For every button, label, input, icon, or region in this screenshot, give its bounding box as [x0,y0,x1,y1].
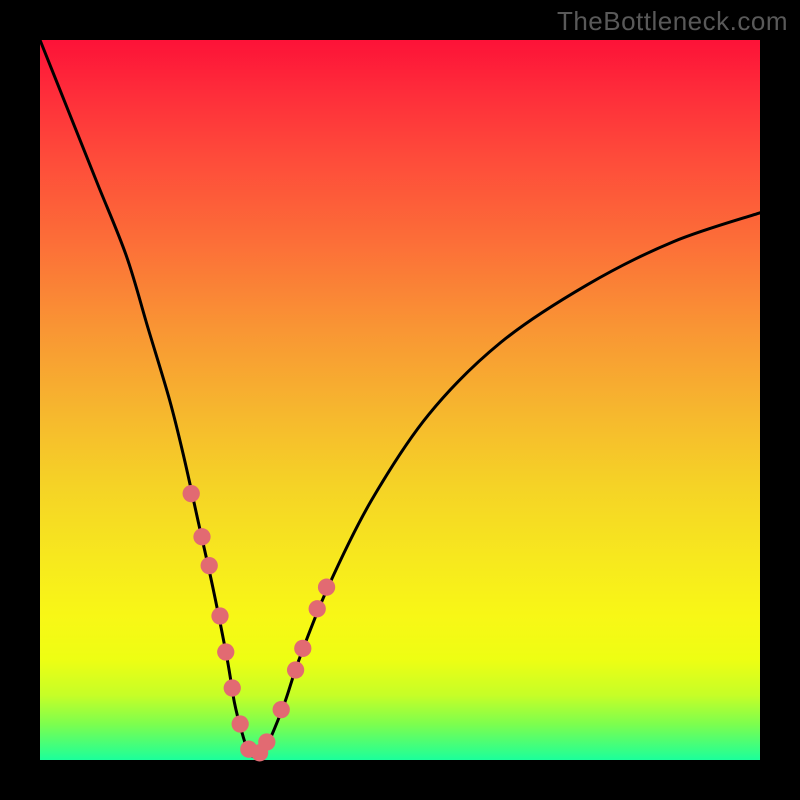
chart-frame: TheBottleneck.com [0,0,800,800]
highlight-marker [224,679,241,696]
highlight-marker [258,733,275,750]
bottleneck-curve-path [40,40,760,756]
highlight-marker [183,485,200,502]
highlight-marker [232,715,249,732]
highlight-marker [273,701,290,718]
highlight-marker [201,557,218,574]
highlight-marker [217,643,234,660]
plot-area [40,40,760,760]
highlight-marker [287,661,304,678]
highlight-marker [211,607,228,624]
highlight-marker [309,600,326,617]
watermark-text: TheBottleneck.com [557,6,788,37]
highlight-marker [193,528,210,545]
chart-overlay-svg [40,40,760,760]
highlight-marker [294,640,311,657]
highlight-marker [318,579,335,596]
